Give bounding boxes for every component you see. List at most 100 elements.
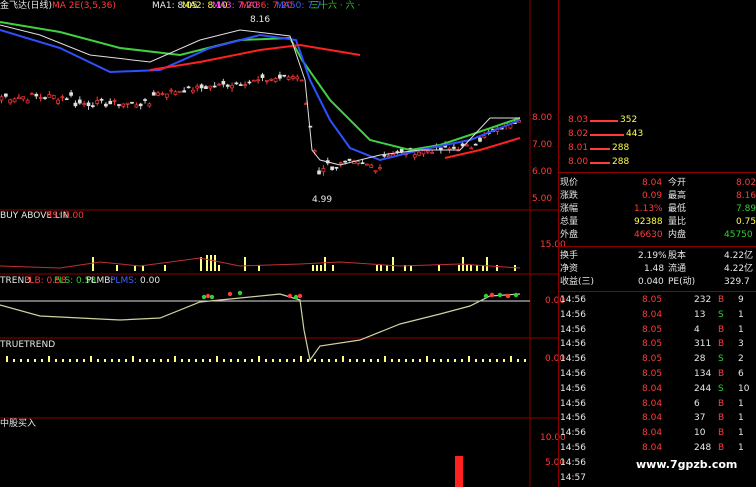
ma-line-green <box>0 21 521 152</box>
trade-row: 14:56 8.05 4 B 1 <box>558 324 756 337</box>
trade-row: 14:56 8.05 311 B 3 <box>558 338 756 351</box>
ind1-bar <box>200 257 202 271</box>
candle-body <box>447 147 452 150</box>
y-tick-5: 5.00 <box>532 194 553 204</box>
ind3-bar <box>62 359 64 362</box>
ind1-bar <box>244 257 246 271</box>
candle-body <box>378 167 382 170</box>
trade-time: 14:56 <box>560 398 586 409</box>
y-tick-8: 8.00 <box>532 113 553 123</box>
quote-label: 外盘 <box>560 230 579 240</box>
candle-body <box>125 102 130 105</box>
ind3-bar <box>216 356 218 362</box>
ind4-title: 中股买入 <box>0 419 37 429</box>
candle-body <box>173 91 178 95</box>
trade-side: B <box>718 339 725 350</box>
quote-label: 收益(三) <box>560 277 595 287</box>
ind3-bar <box>118 359 120 362</box>
ind3-bar <box>97 359 99 362</box>
candle-body <box>208 85 213 89</box>
candle-body <box>156 92 160 96</box>
trade-count: 1 <box>738 413 744 424</box>
ob-price: 8.02 <box>568 129 589 139</box>
ind3-bar <box>244 359 246 362</box>
ind3-bar <box>307 359 309 362</box>
candle-body <box>169 89 173 92</box>
ind3-bar <box>468 356 470 362</box>
quote-label: 现价 <box>560 178 579 188</box>
trade-side: B <box>718 413 725 424</box>
ind3-bar <box>188 359 190 362</box>
ind1-bar <box>486 257 488 271</box>
ind3-bar <box>405 359 407 362</box>
ind3-bar <box>223 359 225 362</box>
ind3-bar <box>447 359 449 362</box>
candle-body <box>265 80 269 82</box>
quote-row: 外盘 46630 内盘 45750 <box>558 229 756 242</box>
orderbook-row[interactable]: 8.01 288 <box>558 142 756 155</box>
candle-body <box>430 152 434 154</box>
ind3-bar <box>6 356 8 362</box>
ind3-bar <box>475 359 477 362</box>
trend-marker <box>201 294 207 300</box>
trend-marker <box>505 293 511 299</box>
ind3-bar <box>517 359 519 362</box>
ind2-plms: PLMS: <box>110 276 137 286</box>
ind1-bar <box>476 265 478 271</box>
trade-row: 14:56 8.04 13 S 1 <box>558 309 756 322</box>
ind3-bar <box>335 359 337 362</box>
candle-body <box>212 85 217 88</box>
ind3-bar <box>181 359 183 362</box>
trade-row: 14:56 8.05 28 S 2 <box>558 353 756 366</box>
trade-price: 8.05 <box>642 369 663 379</box>
quote-row: 涨跌 0.09 最高 8.16 <box>558 190 756 203</box>
orderbook-row[interactable]: 8.00 288 <box>558 156 756 169</box>
ind1-bar <box>210 255 212 271</box>
trade-side: S <box>718 309 724 320</box>
candle-body <box>291 76 295 79</box>
ind3-bar <box>160 359 162 362</box>
ind3-bar <box>132 356 134 362</box>
candle-body <box>90 105 95 107</box>
ind3-bar <box>272 359 274 362</box>
candle-body <box>473 143 478 146</box>
candle-body <box>73 102 78 107</box>
candle-body <box>138 103 143 107</box>
candle-body <box>34 93 39 97</box>
candle-body <box>278 74 282 79</box>
quote-value: 4.22亿 <box>724 264 754 274</box>
candle-body <box>30 93 34 96</box>
orderbook-row[interactable]: 8.03 352 <box>558 114 756 127</box>
candle-body <box>143 99 147 101</box>
ind3-bar <box>251 359 253 362</box>
candle-body <box>38 97 43 99</box>
trade-time: 14:56 <box>560 309 586 320</box>
candle-body <box>373 170 378 173</box>
trade-count: 10 <box>738 383 750 394</box>
candle-body <box>108 100 113 105</box>
trade-volume: 37 <box>694 413 706 424</box>
quote-value: 46630 <box>634 230 663 240</box>
ind3-bar <box>461 359 463 362</box>
candle-body <box>178 90 182 93</box>
trade-count: 1 <box>738 309 744 320</box>
ind3-bar <box>41 359 43 362</box>
trade-price: 8.04 <box>642 413 663 424</box>
candle-body <box>204 86 208 89</box>
ind3-bar <box>349 359 351 362</box>
ind2-val: 0.00 <box>140 276 161 286</box>
candle-body <box>191 89 195 93</box>
trade-time: 14:56 <box>560 295 586 305</box>
trade-count: 1 <box>738 324 744 335</box>
orderbook-row[interactable]: 8.02 443 <box>558 128 756 141</box>
ma-label: MA 2E(3,5,36) <box>52 1 116 11</box>
trade-count: 6 <box>738 369 744 379</box>
ind3-bar <box>328 359 330 362</box>
candle-body <box>338 162 343 165</box>
candle-body <box>256 79 260 82</box>
ind3-bar <box>510 356 512 362</box>
ind1-bar <box>164 265 166 271</box>
candle-body <box>421 150 426 155</box>
ind3-bar <box>300 356 302 362</box>
ind3-bar <box>489 359 491 362</box>
